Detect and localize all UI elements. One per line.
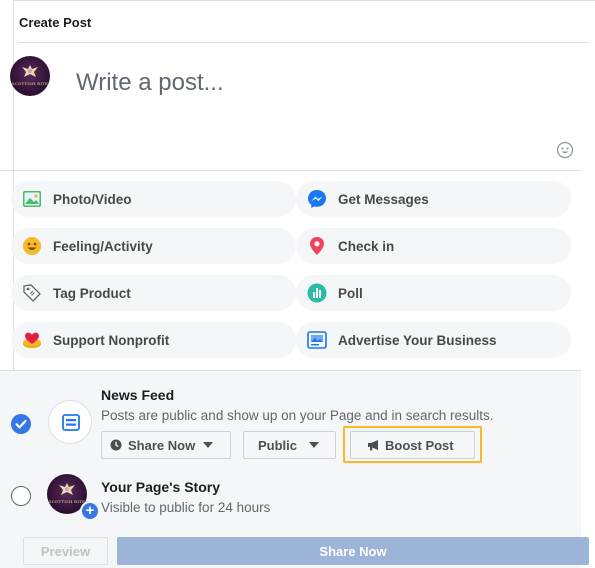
action-label: Advertise Your Business [338,332,497,348]
share-now-label: Share Now [128,437,196,453]
card-header [18,1,589,43]
post-text-input[interactable]: Write a post... [76,69,224,97]
post-actions-grid: Photo/Video Get Messages Feeling/Activit… [0,170,581,368]
price-tag-icon [21,282,43,304]
news-feed-title: News Feed [101,387,175,403]
story-description: Visible to public for 24 hours [101,500,271,515]
action-label: Get Messages [338,191,429,207]
boost-post-button[interactable]: Boost Post [350,431,475,459]
checkmark-icon [15,419,27,429]
eagle-emblem-icon [22,65,38,77]
action-label: Check in [338,238,395,254]
eagle-emblem-icon [59,483,75,495]
support-nonprofit-button[interactable]: Support Nonprofit [11,322,296,358]
action-label: Feeling/Activity [53,238,153,254]
news-feed-icon-badge [48,400,92,444]
caret-down-icon [203,442,214,448]
advertise-business-button[interactable]: Advertise Your Business [296,322,571,358]
action-label: Photo/Video [53,191,132,207]
photo-icon [21,188,43,210]
story-title: Your Page's Story [101,479,220,495]
check-in-button[interactable]: Check in [296,228,571,264]
add-story-icon[interactable]: + [80,501,100,521]
megaphone-icon [368,440,378,451]
preview-button[interactable]: Preview [23,537,108,565]
emoji-icon[interactable] [556,141,574,159]
avatar-text: SCOTTISH RITE [11,81,49,86]
advertise-icon [306,329,328,351]
location-pin-icon [306,235,328,257]
action-label: Support Nonprofit [53,332,170,348]
messenger-icon [306,188,328,210]
clock-icon [110,439,122,451]
story-radio[interactable] [11,486,31,506]
poll-button[interactable]: Poll [296,275,571,311]
poll-icon [306,282,328,304]
get-messages-button[interactable]: Get Messages [296,181,571,217]
photo-video-button[interactable]: Photo/Video [11,181,296,217]
news-feed-icon [62,414,80,431]
share-now-button[interactable]: Share Now [117,537,589,565]
smiley-icon [21,235,43,257]
audience-label: Public [258,437,298,453]
share-now-dropdown[interactable]: Share Now [101,431,231,459]
caret-down-icon [309,442,320,448]
page-title: Create Post [19,15,92,30]
heart-coin-icon [21,329,43,351]
avatar-text: SCOTTISH RITE [48,499,86,504]
news-feed-description: Posts are public and show up on your Pag… [101,408,494,423]
avatar: SCOTTISH RITE [10,56,50,96]
action-label: Poll [338,285,363,301]
action-label: Tag Product [53,285,131,301]
feeling-activity-button[interactable]: Feeling/Activity [11,228,296,264]
boost-post-label: Boost Post [385,437,454,453]
tag-product-button[interactable]: Tag Product [11,275,296,311]
audience-dropdown[interactable]: Public [243,431,336,459]
news-feed-checkbox[interactable] [11,414,31,434]
